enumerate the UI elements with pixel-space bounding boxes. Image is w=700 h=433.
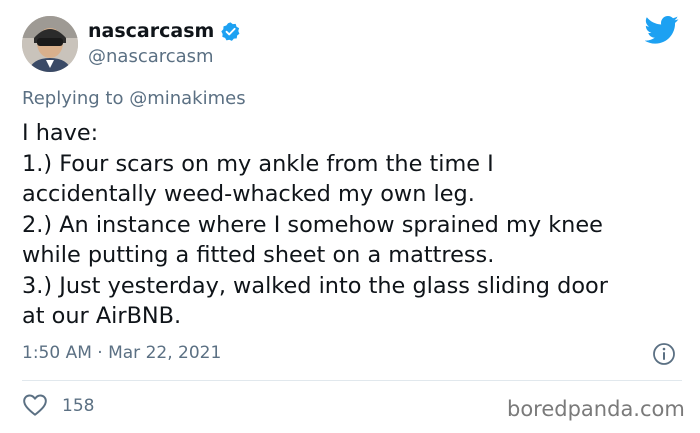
verified-badge-icon (221, 21, 240, 41)
tweet-text-line: 3.) Just yesterday, walked into the glas… (22, 272, 608, 299)
display-name-row[interactable]: nascarcasm (88, 20, 241, 42)
watermark: boredpanda.com (507, 397, 685, 421)
heart-icon[interactable] (22, 393, 48, 417)
avatar[interactable] (22, 16, 78, 72)
info-icon[interactable] (652, 342, 676, 366)
replying-prefix: Replying to (22, 88, 130, 109)
divider (22, 380, 682, 381)
tweet-text-line: I have: (22, 120, 99, 146)
user-handle[interactable]: @nascarcasm (88, 46, 214, 67)
display-name[interactable]: nascarcasm (88, 20, 214, 42)
tweet-text-line: at our AirBNB. (22, 303, 182, 329)
tweet-timestamp[interactable]: 1:50 AM · Mar 22, 2021 (22, 343, 221, 363)
tweet-text-line: 1.) Four scars on my ankle from the time… (22, 150, 494, 177)
tweet-text-line: accidentally weed-whacked my own leg. (22, 181, 475, 207)
tweet-text-line: 2.) An instance where I somehow sprained… (22, 211, 603, 238)
avatar-image (22, 16, 78, 72)
tweet-text: I have: 1.) Four scars on my ankle from … (22, 118, 692, 332)
twitter-bird-icon[interactable] (645, 15, 679, 45)
reply-mention-link[interactable]: @minakimes (129, 88, 245, 109)
like-count[interactable]: 158 (62, 396, 94, 416)
tweet-text-line: while putting a fitted sheet on a mattre… (22, 242, 495, 268)
replying-to: Replying to @minakimes (22, 88, 246, 109)
